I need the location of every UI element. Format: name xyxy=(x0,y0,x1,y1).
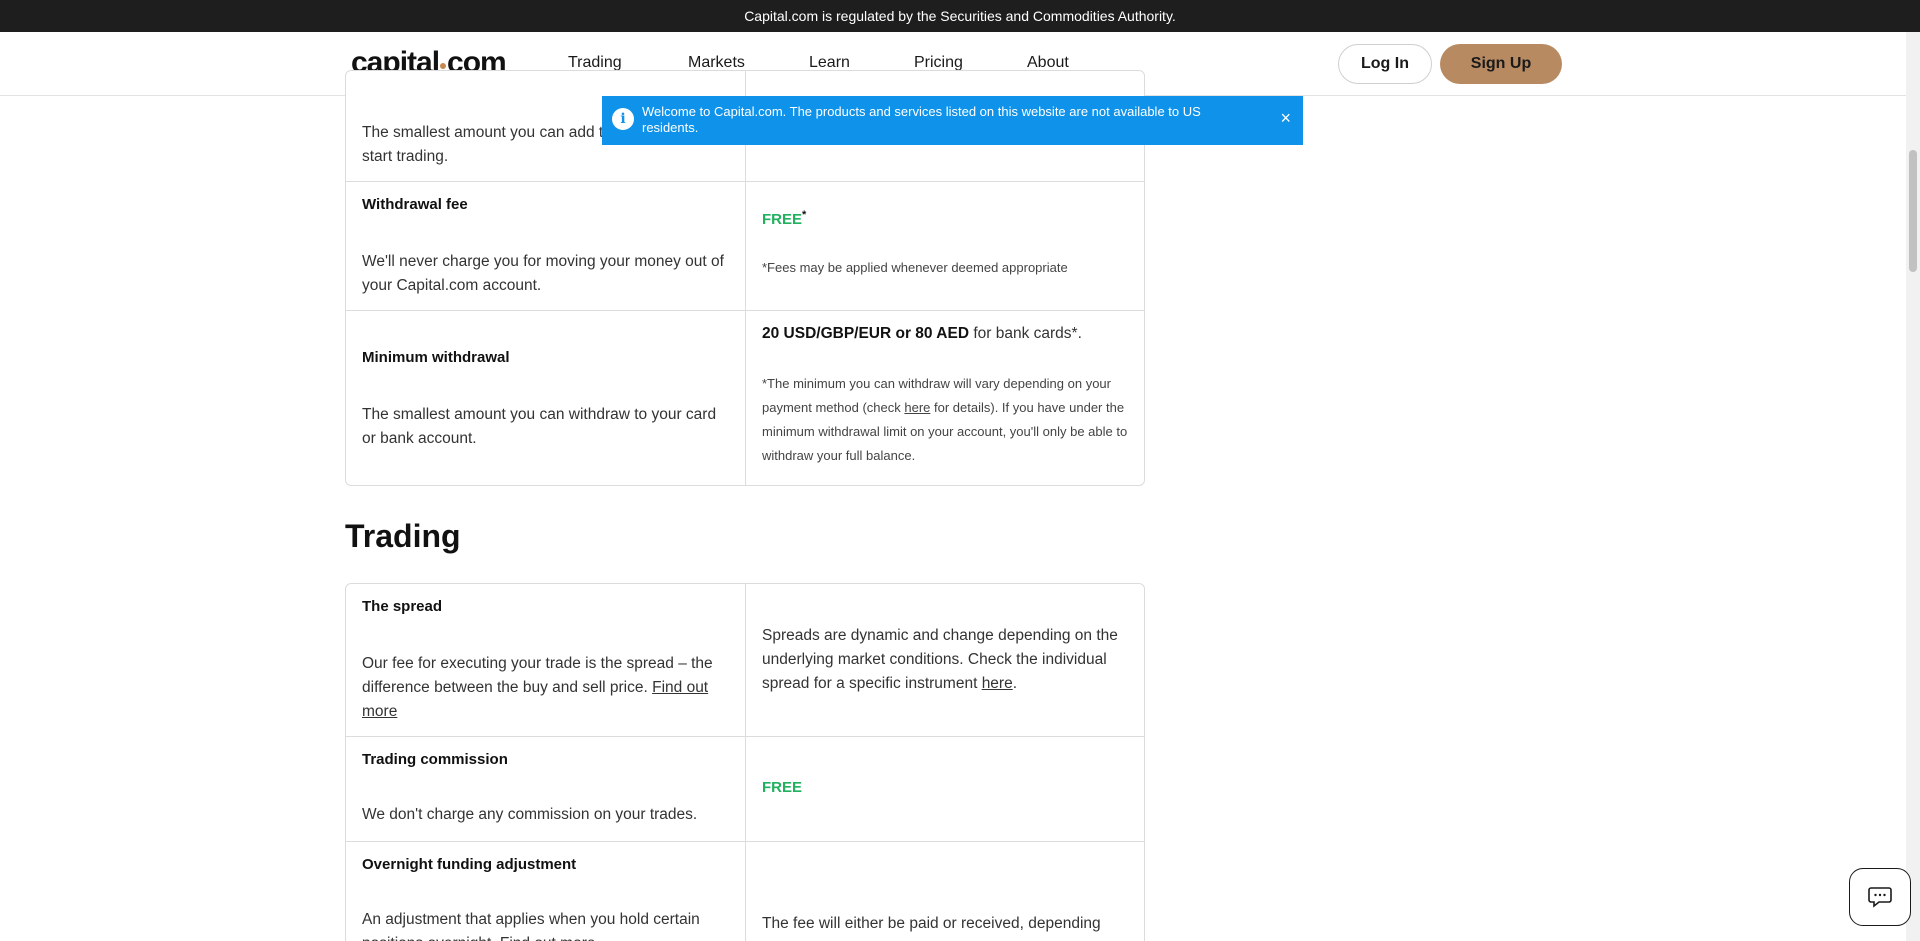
banner-message: Welcome to Capital.com. The products and… xyxy=(642,104,1201,135)
spread-instrument-link[interactable]: here xyxy=(982,675,1013,692)
spread-description: Our fee for executing your trade is the … xyxy=(362,655,713,720)
minimum-withdrawal-value: 20 USD/GBP/EUR or 80 AED for bank cards*… xyxy=(762,325,1082,342)
withdrawal-details-link[interactable]: here xyxy=(904,400,930,415)
trading-fees-table: The spread Our fee for executing your tr… xyxy=(345,583,1145,941)
trading-commission-description: We don't charge any commission on your t… xyxy=(362,806,698,823)
overnight-funding-label: Overnight funding adjustment xyxy=(362,856,577,873)
chat-icon xyxy=(1868,887,1892,908)
scrollbar-thumb[interactable] xyxy=(1909,150,1917,272)
withdrawal-fee-description: We'll never charge you for moving your m… xyxy=(362,253,724,294)
spread-value: Spreads are dynamic and change depending… xyxy=(762,627,1118,692)
minimum-withdrawal-label: Minimum withdrawal xyxy=(362,349,510,366)
table-row-overnight-funding: Overnight funding adjustment An adjustme… xyxy=(346,841,1144,941)
trading-commission-label: Trading commission xyxy=(362,751,508,768)
table-row-withdrawal-fee: Withdrawal fee We'll never charge you fo… xyxy=(346,181,1144,310)
table-row-trading-commission: Trading commission We don't charge any c… xyxy=(346,736,1144,841)
overnight-funding-description: An adjustment that applies when you hold… xyxy=(362,911,700,941)
welcome-banner: i Welcome to Capital.com. The products a… xyxy=(602,96,1303,145)
table-row-spread: The spread Our fee for executing your tr… xyxy=(346,584,1144,736)
log-in-button[interactable]: Log In xyxy=(1338,44,1432,84)
withdrawal-fee-value: FREE* xyxy=(762,209,807,228)
logo-dot xyxy=(440,63,447,69)
minimum-withdrawal-note: *The minimum you can withdraw will vary … xyxy=(762,376,1128,463)
withdrawal-fee-label: Withdrawal fee xyxy=(362,196,468,213)
minimum-withdrawal-description: The smallest amount you can withdraw to … xyxy=(362,406,717,447)
overnight-funding-value: The fee will either be paid or received,… xyxy=(762,915,1101,932)
spread-label: The spread xyxy=(362,598,443,615)
sign-up-button[interactable]: Sign Up xyxy=(1440,44,1562,84)
withdrawal-fee-note: *Fees may be applied whenever deemed app… xyxy=(762,260,1068,275)
info-icon: i xyxy=(612,108,634,130)
table-row-minimum-withdrawal: Minimum withdrawal The smallest amount y… xyxy=(346,310,1144,486)
regulation-bar: Capital.com is regulated by the Securiti… xyxy=(0,0,1920,32)
close-icon[interactable]: × xyxy=(1280,108,1291,128)
trading-commission-value: FREE xyxy=(762,779,803,796)
chat-button[interactable] xyxy=(1849,868,1911,926)
regulation-text: Capital.com is regulated by the Securiti… xyxy=(744,8,1176,24)
section-title-trading: Trading xyxy=(345,518,461,554)
